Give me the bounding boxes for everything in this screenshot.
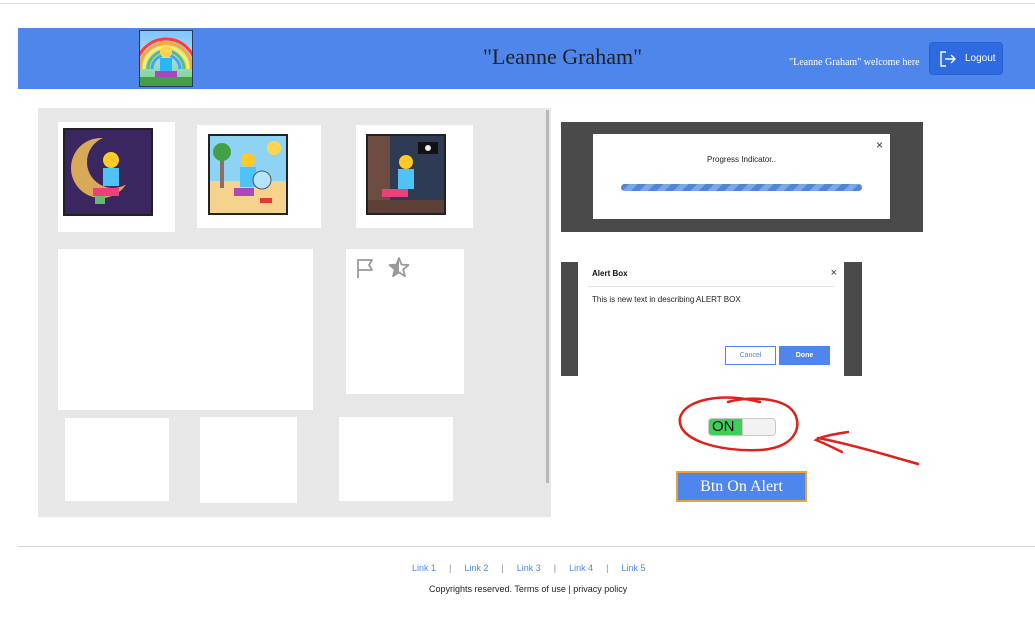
panel-scrollbar[interactable] [546, 110, 549, 483]
star-icon[interactable] [387, 256, 411, 280]
logout-icon [940, 50, 956, 67]
progress-label: Progress Indicator.. [707, 155, 776, 164]
footer-separator: | [501, 563, 504, 573]
copyright-text: Copyrights reserved. Terms of use | priv… [429, 584, 628, 594]
logout-button[interactable]: Logout [929, 42, 1003, 75]
content-card-small[interactable] [339, 417, 453, 501]
alert-modal-overlay: Alert Box × This is new text in describi… [561, 262, 862, 376]
card-grid-panel [38, 108, 551, 517]
content-card-actions[interactable] [346, 249, 464, 394]
toggle-on-label: ON [709, 419, 745, 435]
footer-link-5[interactable]: Link 5 [622, 563, 646, 573]
cancel-button[interactable]: Cancel [725, 346, 776, 365]
footer-separator: | [449, 563, 452, 573]
footer-links: Link 1 | Link 2 | Link 3 | Link 4 | Link… [412, 563, 646, 573]
progress-dialog: × Progress Indicator.. [593, 134, 890, 219]
top-divider [0, 3, 1035, 4]
on-off-toggle[interactable]: ON [708, 418, 776, 436]
welcome-text: "Leanne Graham" welcome here [789, 57, 920, 68]
progress-bar [621, 184, 862, 191]
toggle-knob[interactable] [742, 419, 775, 435]
footer-separator: | [553, 563, 557, 573]
footer-separator: | [606, 563, 609, 573]
header-bar: "Leanne Graham" "Leanne Graham" welcome … [18, 28, 1035, 89]
footer-link-4[interactable]: Link 4 [569, 563, 593, 573]
done-button[interactable]: Done [779, 346, 830, 365]
content-card-small[interactable] [200, 417, 297, 503]
btn-on-alert[interactable]: Btn On Alert [676, 471, 807, 502]
footer-link-3[interactable]: Link 3 [517, 563, 541, 573]
content-card-large[interactable] [58, 249, 313, 410]
image-card[interactable] [356, 125, 473, 228]
logout-label: Logout [965, 53, 996, 64]
alert-divider [588, 286, 834, 287]
alert-title: Alert Box [592, 269, 628, 278]
image-card[interactable] [197, 125, 321, 228]
image-card[interactable] [58, 122, 175, 232]
close-icon[interactable]: × [876, 138, 883, 152]
flag-icon[interactable] [354, 256, 378, 280]
thumbnail-image [208, 134, 288, 215]
content-card-small[interactable] [65, 418, 169, 501]
progress-modal-overlay: × Progress Indicator.. [561, 122, 923, 232]
footer-divider [18, 546, 1035, 547]
thumbnail-image [366, 134, 446, 215]
footer-link-2[interactable]: Link 2 [464, 563, 488, 573]
avatar [139, 30, 193, 87]
alert-message: This is new text in describing ALERT BOX [592, 295, 741, 304]
footer-link-1[interactable]: Link 1 [412, 563, 436, 573]
close-icon[interactable]: × [831, 267, 837, 279]
thumbnail-image [63, 128, 153, 216]
alert-dialog: Alert Box × This is new text in describi… [578, 262, 844, 376]
page-title: "Leanne Graham" [483, 44, 643, 69]
